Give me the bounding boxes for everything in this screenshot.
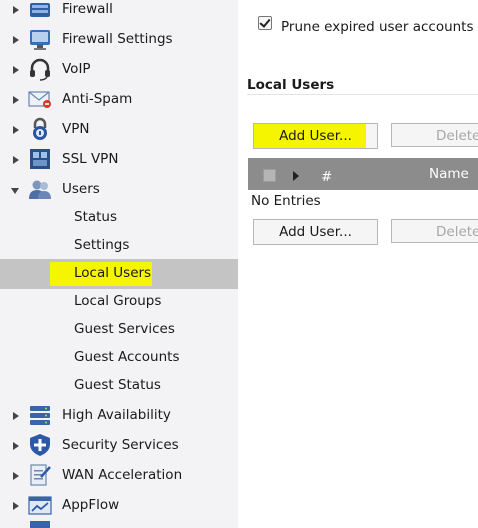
headset-icon [30,58,50,81]
sidebar-item-users[interactable]: Users [0,175,238,205]
table-header: # Name [248,158,478,190]
expand-arrow-icon[interactable] [13,472,19,480]
server-stack-icon [30,406,50,425]
prune-checkbox[interactable] [258,16,272,30]
envelope-icon [28,91,51,108]
sidebar-item-anti-spam[interactable]: Anti-Spam [0,85,238,115]
sidebar-item-label: SSL VPN [62,151,119,167]
delete-button-bottom[interactable]: Delete [391,219,478,243]
next-item-icon [30,521,50,528]
ssl-vpn-icon [30,149,50,169]
users-icon [29,180,51,199]
sidebar-subitem-status[interactable]: Status [0,203,238,233]
sidebar-item-label: Users [62,181,100,197]
column-header-name[interactable]: Name [429,166,469,182]
select-all-checkbox[interactable] [263,169,276,182]
sidebar-item-appflow[interactable]: AppFlow [0,491,238,521]
expand-arrow-icon[interactable] [13,442,19,450]
add-user-button-bottom[interactable]: Add User... [253,219,378,245]
sidebar-item-label: Anti-Spam [62,91,133,107]
appflow-icon [28,496,52,515]
expand-arrow-icon[interactable] [13,502,19,510]
sidebar-subitem-guest-status[interactable]: Guest Status [0,371,238,401]
sidebar-nav: Firewall Firewall Settings VoIP Anti-Spa… [0,0,238,528]
sidebar-item-label: VoIP [62,61,91,77]
lock-icon [33,117,47,140]
delete-button[interactable]: Delete [391,123,478,147]
sidebar-item-firewall-settings[interactable]: Firewall Settings [0,25,238,55]
sidebar-item-label: Firewall Settings [62,31,173,47]
expand-all-arrow-icon[interactable] [293,171,299,181]
section-divider [247,94,478,95]
delete-button-label: Delete [436,128,478,144]
add-user-button-label: Add User... [279,224,352,240]
add-user-button-label: Add User... [279,128,352,144]
expand-arrow-icon[interactable] [13,156,19,164]
sidebar-item-wan-acceleration[interactable]: WAN Acceleration [0,461,238,491]
sidebar-subitem-settings[interactable]: Settings [0,231,238,261]
expand-arrow-icon[interactable] [13,96,19,104]
sidebar-subitem-guest-services[interactable]: Guest Services [0,315,238,345]
sidebar-item-firewall[interactable]: Firewall [0,0,238,25]
sidebar-item-label: High Availability [62,407,171,423]
sidebar-subitem-local-groups[interactable]: Local Groups [0,287,238,317]
empty-table-message: No Entries [251,193,321,209]
collapse-arrow-icon[interactable] [11,188,19,194]
sidebar-subitem-label: Local Groups [74,293,162,309]
sidebar-item-security-services[interactable]: Security Services [0,431,238,461]
sidebar-item-high-availability[interactable]: High Availability [0,401,238,431]
sidebar-subitem-label: Guest Status [74,377,161,393]
expand-arrow-icon[interactable] [13,412,19,420]
checkmark-icon [259,16,271,28]
sidebar-item-voip[interactable]: VoIP [0,55,238,85]
add-user-button[interactable]: Add User... [253,123,378,149]
expand-arrow-icon[interactable] [13,6,19,14]
column-header-number[interactable]: # [321,169,332,185]
sidebar-item-label: AppFlow [62,497,120,513]
firewall-settings-icon [30,30,50,50]
sidebar-subitem-label: Settings [74,237,130,253]
sidebar-item-label: VPN [62,121,90,137]
sidebar-subitem-guest-accounts[interactable]: Guest Accounts [0,343,238,373]
wan-acceleration-icon [30,464,51,486]
sidebar-item-label: Firewall [62,1,113,17]
sidebar-subitem-label: Guest Accounts [74,349,180,365]
section-title: Local Users [247,77,335,93]
sidebar-subitem-local-users[interactable]: Local Users [0,259,238,289]
delete-button-label: Delete [436,224,478,240]
prune-checkbox-label: Prune expired user accounts [281,19,474,35]
expand-arrow-icon[interactable] [13,126,19,134]
sidebar-item-label: Security Services [62,437,179,453]
expand-arrow-icon[interactable] [13,36,19,44]
shield-icon [30,434,50,456]
expand-arrow-icon[interactable] [13,66,19,74]
main-panel: Prune expired user accounts Local Users … [238,0,478,528]
sidebar-subitem-label: Status [74,209,118,225]
sidebar-item-ssl-vpn[interactable]: SSL VPN [0,145,238,175]
firewall-icon [30,3,50,17]
sidebar-subitem-label: Local Users [74,265,152,281]
sidebar-subitem-label: Guest Services [74,321,175,337]
sidebar-item-vpn[interactable]: VPN [0,115,238,145]
sidebar-item-label: WAN Acceleration [62,467,183,483]
